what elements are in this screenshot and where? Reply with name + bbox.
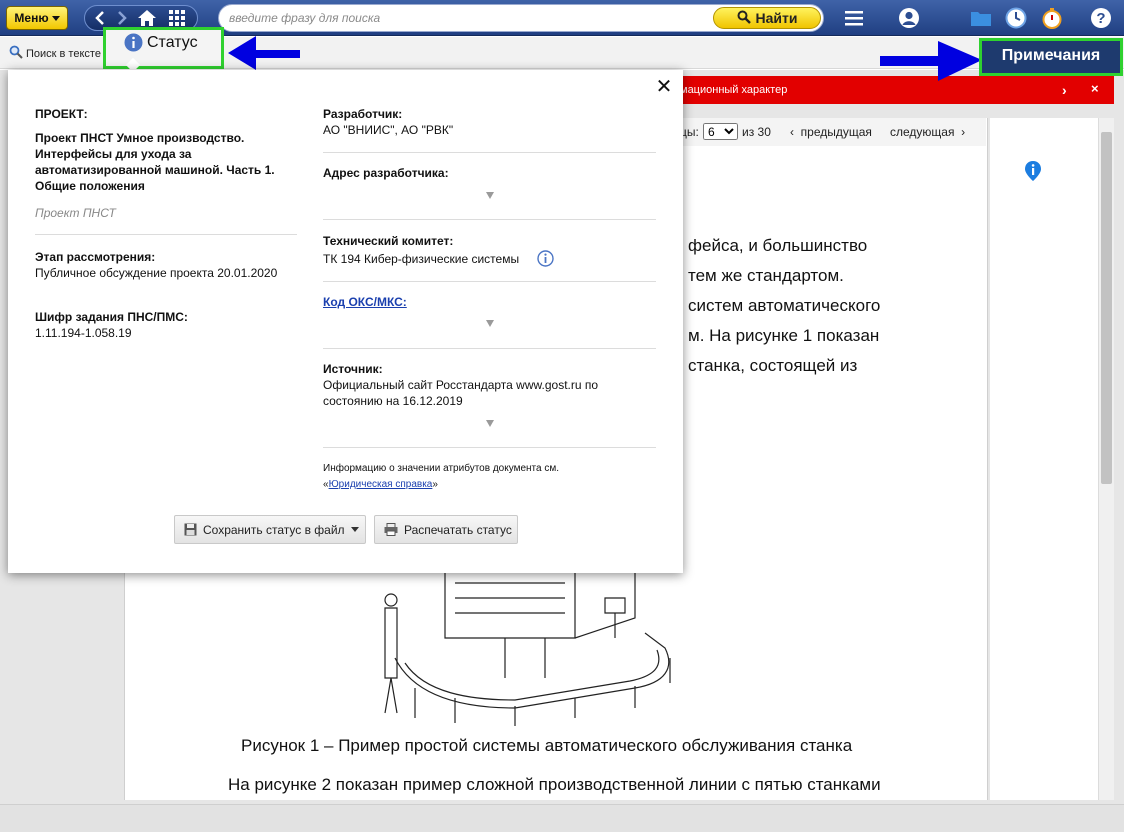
svg-text:?: ? (1096, 10, 1105, 27)
expand-arrow-icon[interactable] (486, 320, 494, 327)
document-line: тем же стандартом. (688, 266, 844, 285)
document-line: м. На рисунке 1 показан (688, 326, 880, 345)
clock-icon[interactable] (1005, 7, 1027, 29)
document-paragraph: На рисунке 2 показан пример сложной прои… (228, 775, 881, 794)
dev-address-label: Адрес разработчика: (323, 166, 449, 180)
search-icon (737, 10, 751, 27)
tab-status-label: Статус (147, 33, 198, 51)
developer-value: АО "ВНИИС", АО "РВК" (323, 123, 454, 137)
menu-button[interactable]: Меню (6, 6, 68, 30)
document-line: фейса, и большинство (688, 236, 868, 255)
search-input[interactable] (229, 9, 699, 27)
print-status-button[interactable]: Распечатать статус (374, 515, 518, 544)
annotation-arrow-right (880, 41, 982, 81)
source-value: Официальный сайт Росстандарта www.gost.r… (323, 378, 599, 408)
back-icon[interactable] (89, 8, 111, 28)
forward-icon[interactable] (111, 8, 133, 28)
caret-down-icon (51, 15, 60, 21)
page-total: из 30 (742, 125, 771, 139)
search-in-text-button[interactable]: Поиск в тексте (9, 45, 101, 62)
vertical-scrollbar[interactable] (1098, 118, 1114, 800)
next-page-label: следующая (890, 125, 955, 139)
expand-arrow-icon[interactable] (486, 192, 494, 199)
divider (323, 219, 656, 220)
developer-label: Разработчик: (323, 107, 403, 121)
divider (35, 234, 297, 235)
user-icon[interactable] (898, 7, 920, 29)
expand-arrow-icon[interactable] (486, 420, 494, 427)
page-select[interactable]: 6 (703, 123, 738, 140)
next-page-link[interactable]: следующая › (890, 125, 965, 139)
notes-pane (990, 118, 1098, 800)
document-line: систем автоматического (688, 296, 881, 315)
bottom-bar (0, 804, 1124, 832)
stage-label: Этап рассмотрения: (35, 250, 156, 264)
divider (323, 281, 656, 282)
project-type: Проект ПНСТ (35, 206, 116, 220)
printer-icon (384, 523, 398, 536)
caret-down-icon (350, 527, 359, 532)
save-status-label: Сохранить статус в файл (203, 522, 345, 537)
banner-text: мационный характер (680, 84, 788, 96)
tech-committee-label: Технический комитет: (323, 234, 454, 248)
find-button[interactable]: Найти (713, 7, 821, 29)
project-label: ПРОЕКТ: (35, 107, 88, 121)
help-icon[interactable]: ? (1090, 7, 1112, 29)
magnifier-icon (9, 45, 23, 62)
pagination-bar: цы: 6 из 30 ‹ предыдущая следующая › (680, 118, 986, 146)
menu-label: Меню (14, 11, 49, 25)
info-circle-icon[interactable] (537, 250, 554, 267)
grid-icon[interactable] (166, 8, 188, 28)
info-note: Информацию о значении атрибутов документ… (323, 463, 560, 474)
home-icon[interactable] (136, 8, 158, 28)
divider (323, 348, 656, 349)
divider (323, 152, 656, 153)
quote-close: » (432, 479, 438, 490)
floppy-icon (184, 523, 197, 536)
document-line: станка, состоящей из (688, 356, 858, 375)
info-pin-icon[interactable] (1024, 160, 1042, 182)
info-icon (124, 33, 143, 52)
tab-status[interactable]: Статус (103, 27, 224, 73)
info-link-line: «Юридическая справка» (323, 477, 438, 493)
stage-value: Публичное обсуждение проекта 20.01.2020 (35, 266, 278, 280)
code-label: Шифр задания ПНС/ПМС: (35, 310, 188, 324)
status-dialog: ✕ ПРОЕКТ: Проект ПНСТ Умное производство… (8, 70, 683, 573)
search-box: Найти (218, 4, 824, 32)
source-label: Источник: (323, 362, 383, 376)
find-label: Найти (755, 10, 798, 26)
oks-code-link[interactable]: Код ОКС/МКС: (323, 295, 407, 309)
hamburger-icon[interactable] (843, 7, 865, 29)
tab-notes[interactable]: Примечания (979, 38, 1123, 76)
close-icon[interactable]: ✕ (654, 77, 674, 97)
tab-notes-label: Примечания (1001, 47, 1101, 64)
tab-status-content: Статус (124, 33, 198, 52)
banner-next-icon[interactable]: › (1062, 82, 1067, 98)
save-status-button[interactable]: Сохранить статус в файл (174, 515, 366, 544)
print-status-label: Распечатать статус (404, 522, 512, 537)
prev-page-label: предыдущая (800, 125, 872, 139)
prev-page-link[interactable]: ‹ предыдущая (790, 125, 872, 139)
code-value: 1.11.194-1.058.19 (35, 326, 132, 340)
scrollbar-thumb[interactable] (1101, 132, 1112, 484)
banner-close-icon[interactable]: × (1091, 81, 1099, 96)
figure-caption: Рисунок 1 – Пример простой системы автом… (241, 736, 853, 755)
timer-icon[interactable] (1041, 7, 1063, 29)
tech-committee-value: ТК 194 Кибер-физические системы (323, 252, 520, 266)
project-title: Проект ПНСТ Умное производство. Интерфей… (35, 131, 275, 193)
folder-icon[interactable] (970, 7, 992, 29)
search-in-text-label: Поиск в тексте (26, 47, 101, 60)
legal-reference-link[interactable]: Юридическая справка (329, 479, 433, 490)
divider (323, 447, 656, 448)
